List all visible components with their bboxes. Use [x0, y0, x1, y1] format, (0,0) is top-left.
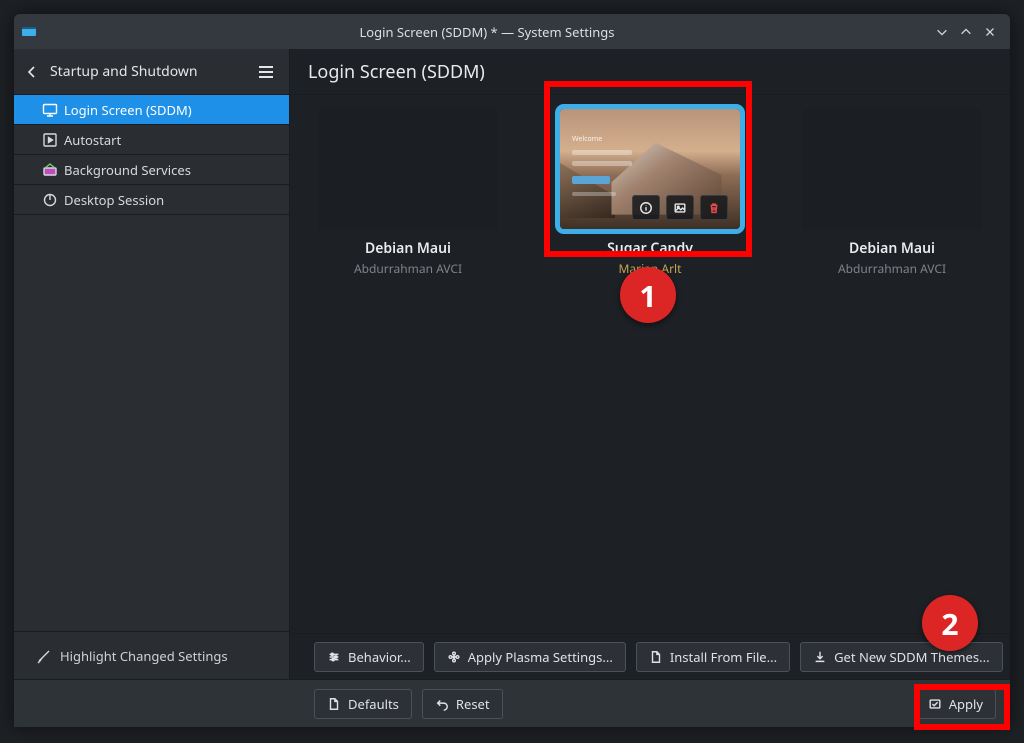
get-new-themes-label: Get New SDDM Themes...: [834, 648, 989, 666]
theme-grid: Debian Maui Abdurrahman AVCI Welcome: [290, 95, 1010, 633]
behavior-button[interactable]: Behavior...: [314, 642, 424, 672]
window-close-button[interactable]: [978, 20, 1002, 44]
install-from-file-label: Install From File...: [670, 648, 777, 666]
sidebar: Startup and Shutdown Login Screen (SDDM)…: [14, 49, 290, 679]
sidebar-item-desktop-session[interactable]: Desktop Session: [14, 185, 289, 215]
window-minimize-button[interactable]: [930, 20, 954, 44]
back-button[interactable]: [20, 60, 44, 84]
apply-plasma-settings-label: Apply Plasma Settings...: [468, 648, 613, 666]
theme-card-debian-maui-1[interactable]: Debian Maui Abdurrahman AVCI: [308, 109, 508, 277]
hamburger-menu-button[interactable]: [253, 59, 279, 85]
window-footer: Defaults Reset Apply: [14, 679, 1010, 727]
apply-button[interactable]: Apply: [915, 689, 996, 719]
window-titlebar: Login Screen (SDDM) * — System Settings: [14, 14, 1010, 49]
sidebar-header: Startup and Shutdown: [14, 49, 289, 95]
theme-name: Debian Maui: [365, 239, 451, 258]
theme-author: Abdurrahman AVCI: [838, 260, 946, 277]
play-square-icon: [42, 132, 58, 148]
sidebar-item-background-services[interactable]: Background Services: [14, 155, 289, 185]
sidebar-item-login-screen[interactable]: Login Screen (SDDM): [14, 95, 289, 125]
document-icon: [327, 697, 341, 711]
sidebar-category-title: Startup and Shutdown: [44, 62, 253, 81]
apply-plasma-settings-button[interactable]: Apply Plasma Settings...: [434, 642, 626, 672]
theme-author: Marian Arlt: [619, 260, 682, 277]
sidebar-item-label: Desktop Session: [64, 191, 164, 209]
theme-background-button[interactable]: [666, 195, 694, 220]
theme-thumbnail: Welcome: [560, 109, 740, 229]
window-maximize-button[interactable]: [954, 20, 978, 44]
theme-name: Sugar Candy: [607, 239, 693, 258]
theme-card-debian-maui-2[interactable]: Debian Maui Abdurrahman AVCI: [792, 109, 992, 277]
window-title: Login Screen (SDDM) * — System Settings: [44, 23, 930, 41]
reset-button[interactable]: Reset: [422, 689, 503, 719]
get-new-themes-button[interactable]: Get New SDDM Themes...: [800, 642, 1002, 672]
defaults-label: Defaults: [348, 695, 399, 713]
file-icon: [649, 650, 663, 664]
theme-delete-button[interactable]: [700, 195, 728, 220]
sidebar-item-autostart[interactable]: Autostart: [14, 125, 289, 155]
system-settings-window: Login Screen (SDDM) * — System Settings …: [0, 0, 1024, 743]
power-icon: [42, 192, 58, 208]
install-from-file-button[interactable]: Install From File...: [636, 642, 790, 672]
main-panel: Login Screen (SDDM) Debian Maui Abdurrah…: [290, 49, 1010, 679]
app-icon: [14, 24, 44, 40]
sidebar-item-label: Autostart: [64, 131, 121, 149]
behavior-label: Behavior...: [348, 648, 411, 666]
sliders-icon: [327, 650, 341, 664]
highlight-icon: [36, 648, 52, 664]
plasma-icon: [447, 650, 461, 664]
download-icon: [813, 650, 827, 664]
sidebar-item-label: Background Services: [64, 161, 191, 179]
theme-author: Abdurrahman AVCI: [354, 260, 462, 277]
apply-label: Apply: [949, 695, 983, 713]
reset-label: Reset: [456, 695, 490, 713]
highlight-changed-settings-button[interactable]: Highlight Changed Settings: [14, 631, 289, 679]
module-actionbar: Behavior... Apply Plasma Settings... Ins…: [290, 633, 1010, 679]
theme-info-button[interactable]: [632, 195, 660, 220]
page-title: Login Screen (SDDM): [290, 49, 1010, 95]
sidebar-item-label: Login Screen (SDDM): [64, 101, 192, 119]
theme-card-sugar-candy[interactable]: Welcome: [550, 109, 750, 277]
theme-thumbnail: [802, 109, 982, 229]
apply-icon: [928, 697, 942, 711]
highlight-changed-settings-label: Highlight Changed Settings: [60, 647, 228, 665]
monitor-icon: [42, 102, 58, 118]
services-icon: [42, 162, 58, 178]
theme-name: Debian Maui: [849, 239, 935, 258]
theme-thumbnail: [318, 109, 498, 229]
defaults-button[interactable]: Defaults: [314, 689, 412, 719]
undo-icon: [435, 697, 449, 711]
